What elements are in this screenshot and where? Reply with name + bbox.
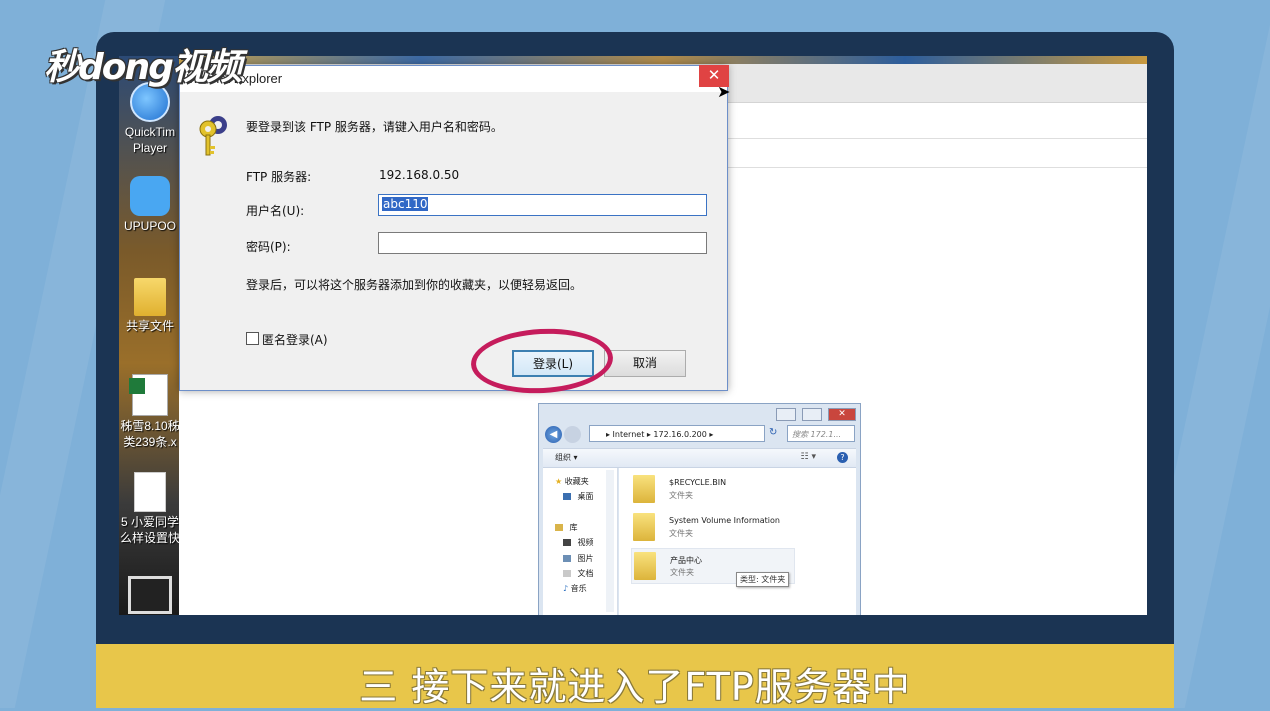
address-bar-row: ◀ ▸ Internet ▸ 172.16.0.200 ▸ ↻ 搜索 172.1… bbox=[543, 424, 856, 444]
desktop-icon-label: 5 小爱同学 bbox=[120, 515, 179, 529]
explorer-toolbar: 组织 ▾ ☷ ▾ ? bbox=[543, 448, 856, 468]
server-value: 192.168.0.50 bbox=[379, 168, 460, 182]
folder-icon bbox=[633, 513, 655, 541]
library-icon bbox=[555, 524, 563, 531]
address-path: ▸ Internet ▸ 172.16.0.200 ▸ bbox=[606, 430, 714, 439]
screen: QuickTim Player UPUPOO 共享文件 秭雪8.10秭 类239… bbox=[119, 56, 1147, 615]
desktop-icon-label: 类239条.x bbox=[123, 435, 177, 449]
folder-icon bbox=[634, 552, 656, 580]
desktop-icon-quicktime[interactable]: QuickTim Player bbox=[119, 82, 181, 156]
window-controls: ✕ bbox=[775, 408, 856, 422]
username-value: abc110 bbox=[382, 197, 429, 211]
nav-documents[interactable]: 文档 bbox=[563, 568, 594, 579]
anonymous-label[interactable]: 匿名登录(A) bbox=[262, 331, 328, 348]
caption-bar: 三 接下来就进入了FTP服务器中 bbox=[96, 644, 1174, 709]
dialog-prompt: 要登录到该 FTP 服务器，请键入用户名和密码。 bbox=[246, 120, 503, 134]
password-field[interactable] bbox=[378, 232, 707, 254]
ie-top-bar bbox=[179, 56, 1147, 64]
desktop-icon-label: 么样设置快 bbox=[119, 531, 180, 545]
file-list: $RECYCLE.BIN 文件夹 System Volume Informati… bbox=[619, 468, 856, 615]
file-name: System Volume Information bbox=[669, 516, 780, 525]
keys-icon bbox=[199, 116, 227, 156]
nav-libraries[interactable]: 库 bbox=[555, 522, 578, 533]
nav-label: 图片 bbox=[577, 554, 594, 563]
maximize-button[interactable] bbox=[801, 408, 822, 421]
nav-label: 桌面 bbox=[577, 492, 594, 501]
nav-desktop[interactable]: 桌面 bbox=[563, 491, 594, 502]
desktop-icon-upupoo[interactable]: UPUPOO bbox=[119, 176, 181, 234]
excel-icon bbox=[129, 374, 168, 416]
ftp-login-dialog: Internet Explorer ✕ 要登录到该 FTP 服务器，请键入用户名… bbox=[179, 65, 729, 391]
folder-icon bbox=[134, 278, 166, 316]
folder-icon bbox=[633, 475, 655, 503]
desktop-icon-excel[interactable]: 秭雪8.10秭 类239条.x bbox=[119, 374, 181, 450]
file-name: 产品中心 bbox=[670, 556, 702, 565]
music-icon: ♪ bbox=[563, 584, 569, 593]
organize-button[interactable]: 组织 ▾ bbox=[555, 452, 578, 463]
nav-pictures[interactable]: 图片 bbox=[563, 553, 594, 564]
file-item[interactable]: $RECYCLE.BIN 文件夹 bbox=[627, 472, 857, 506]
desktop-icon-label: 秭雪8.10秭 bbox=[120, 419, 180, 433]
view-options-icon[interactable]: ☷ ▾ bbox=[801, 452, 816, 462]
nav-label: 视频 bbox=[577, 538, 594, 547]
nav-label: 文档 bbox=[577, 569, 594, 578]
dialog-title-bar: Internet Explorer ✕ bbox=[180, 65, 729, 92]
file-item[interactable]: System Volume Information 文件夹 bbox=[627, 510, 857, 544]
nav-label: 库 bbox=[569, 523, 578, 532]
desktop-icon-label: 共享文件 bbox=[125, 319, 174, 333]
search-placeholder: 搜索 172.1... bbox=[792, 430, 842, 439]
navigation-scrollbar[interactable] bbox=[606, 470, 614, 612]
document-icon bbox=[134, 472, 166, 512]
file-type: 文件夹 bbox=[670, 568, 694, 577]
dialog-body: 要登录到该 FTP 服务器，请键入用户名和密码。 FTP 服务器: 192.16… bbox=[180, 92, 727, 390]
video-icon bbox=[563, 539, 571, 546]
logo: 秒dong视频 bbox=[44, 47, 242, 88]
mouse-cursor-icon: ➤ bbox=[717, 82, 731, 101]
tooltip: 类型: 文件夹 bbox=[736, 572, 790, 587]
file-type: 文件夹 bbox=[669, 491, 693, 500]
ftp-explorer-window: ✕ ◀ ▸ Internet ▸ 172.16.0.200 ▸ ↻ 搜索 172… bbox=[538, 403, 861, 615]
desktop-strip: QuickTim Player UPUPOO 共享文件 秭雪8.10秭 类239… bbox=[119, 56, 181, 615]
nav-videos[interactable]: 视频 bbox=[563, 537, 594, 548]
upupoo-icon bbox=[130, 176, 170, 216]
file-type: 文件夹 bbox=[669, 529, 693, 538]
desktop-icon bbox=[563, 493, 571, 500]
video-icon bbox=[128, 576, 172, 614]
document-icon bbox=[563, 570, 571, 577]
desktop-icon-shared-folder[interactable]: 共享文件 bbox=[119, 278, 181, 334]
search-input[interactable]: 搜索 172.1... bbox=[787, 425, 855, 442]
username-field[interactable]: abc110 bbox=[378, 194, 707, 216]
dialog-note: 登录后，可以将这个服务器添加到你的收藏夹，以便轻易返回。 bbox=[246, 278, 583, 292]
nav-label: 收藏夹 bbox=[564, 477, 589, 486]
forward-arrow-icon[interactable] bbox=[564, 426, 581, 443]
desktop-icon-label: UPUPOO bbox=[123, 219, 176, 233]
desktop-icon-label: Player bbox=[132, 141, 167, 155]
password-label: 密码(P): bbox=[246, 240, 291, 254]
username-label: 用户名(U): bbox=[246, 204, 305, 218]
desktop-icon-video[interactable] bbox=[119, 576, 181, 615]
cancel-button[interactable]: 取消 bbox=[604, 350, 686, 377]
caption-text: 三 接下来就进入了FTP服务器中 bbox=[359, 665, 911, 709]
address-input[interactable]: ▸ Internet ▸ 172.16.0.200 ▸ bbox=[589, 425, 765, 442]
desktop-icon-label: QuickTim bbox=[124, 125, 176, 139]
close-button[interactable]: ✕ bbox=[828, 408, 856, 421]
star-icon: ★ bbox=[555, 477, 563, 486]
minimize-button[interactable] bbox=[775, 408, 796, 421]
file-name: $RECYCLE.BIN bbox=[669, 478, 727, 487]
anonymous-checkbox[interactable] bbox=[246, 332, 259, 345]
desktop-icon-document[interactable]: 5 小爱同学 么样设置快 bbox=[119, 472, 181, 546]
picture-icon bbox=[563, 555, 571, 562]
refresh-icon[interactable]: ↻ bbox=[769, 427, 777, 438]
nav-label: 音乐 bbox=[570, 584, 587, 593]
nav-music[interactable]: ♪ 音乐 bbox=[563, 583, 587, 594]
nav-favorites[interactable]: ★ 收藏夹 bbox=[555, 476, 589, 487]
back-arrow-icon[interactable]: ◀ bbox=[545, 426, 562, 443]
help-icon[interactable]: ? bbox=[837, 452, 848, 463]
server-label: FTP 服务器: bbox=[246, 170, 312, 184]
